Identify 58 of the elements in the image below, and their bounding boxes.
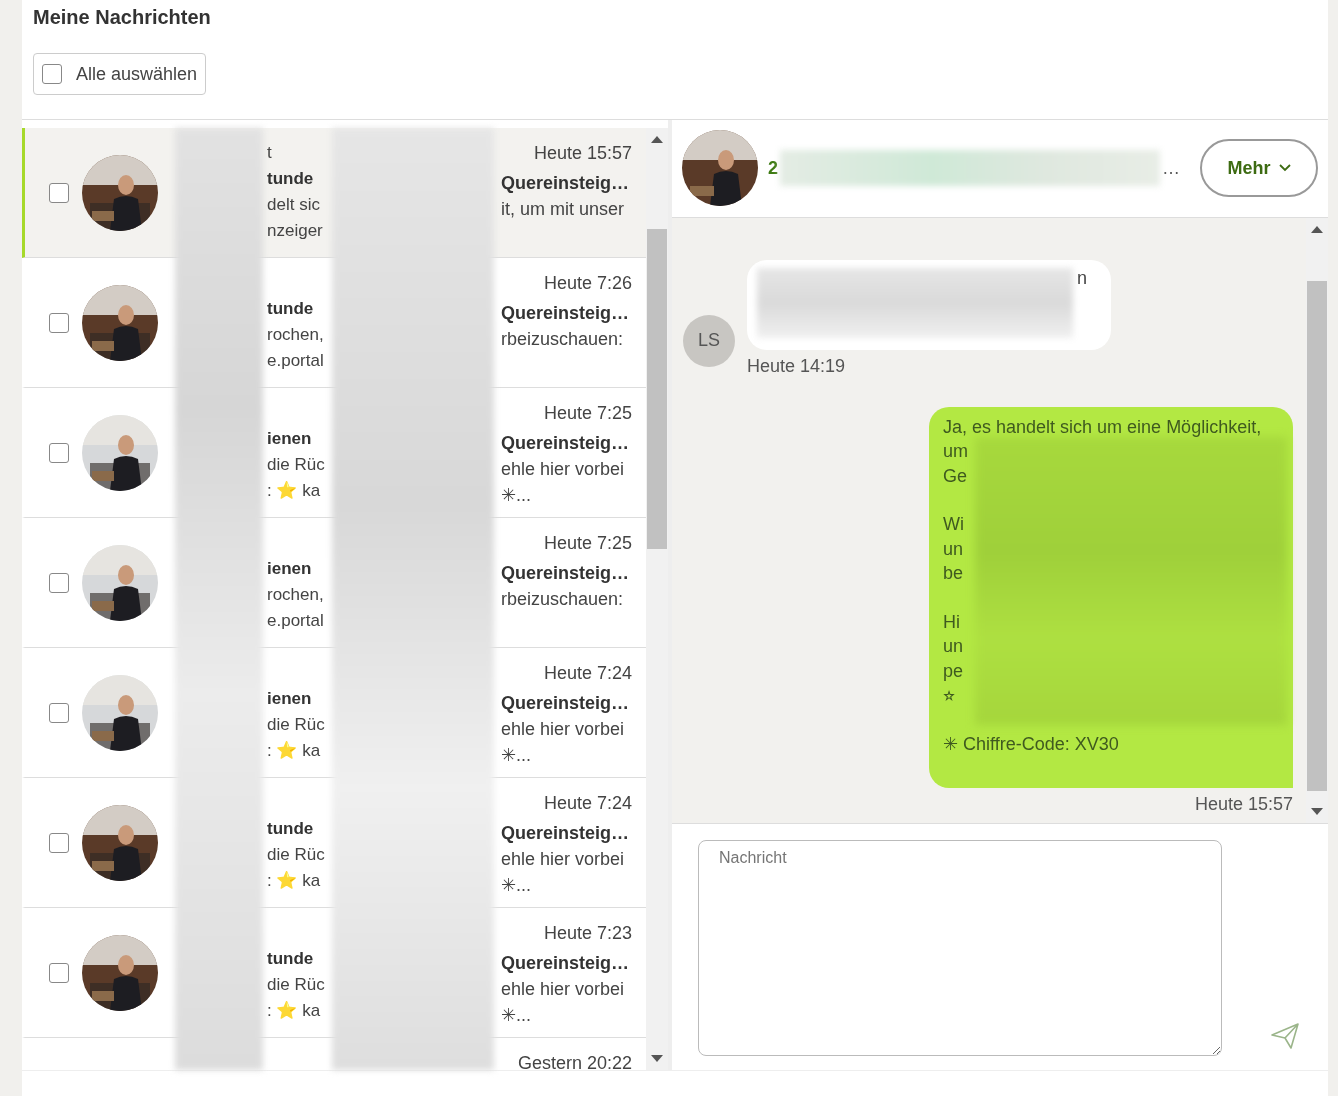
message-preview: ✳... xyxy=(501,874,532,897)
message-time: Heute 14:19 xyxy=(747,355,847,377)
message-text: Ge xyxy=(943,464,968,488)
message-text: ⭐ xyxy=(943,684,956,708)
more-button[interactable]: Mehr xyxy=(1200,139,1318,198)
message-field[interactable]: Nachricht xyxy=(698,840,1222,1056)
message-text: um xyxy=(943,440,969,464)
select-all-button[interactable]: Alle auswählen xyxy=(33,53,207,95)
checkbox[interactable] xyxy=(49,182,69,203)
checkbox[interactable] xyxy=(49,962,69,983)
message-preview: ✳... xyxy=(501,1004,532,1027)
message-text: be xyxy=(943,562,965,586)
message-time: Heute 7:25 xyxy=(542,532,633,555)
message-text: un xyxy=(943,537,965,561)
checkbox[interactable] xyxy=(49,312,69,333)
chat-title: … xyxy=(1162,157,1180,179)
message-text: ✳ Chiffre-Code: XV30 xyxy=(943,732,1120,756)
message-text: Hi xyxy=(943,610,961,634)
conversation-subject: Quereinsteig… xyxy=(501,562,631,585)
message-time: Gestern 20:22 xyxy=(516,1052,633,1070)
chevron-down-icon xyxy=(1278,164,1291,173)
conversation-subject: Quereinsteig… xyxy=(501,432,631,455)
conversation-subject: Quereinsteig… xyxy=(501,302,631,325)
message-time: Heute 7:24 xyxy=(542,662,633,685)
message-preview: ✳... xyxy=(501,484,532,507)
message-preview: rbeizuschauen: xyxy=(501,328,625,351)
message-preview: it, um mit unser xyxy=(501,198,626,221)
message-time: Heute 15:57 xyxy=(532,142,633,165)
message-time: Heute 7:24 xyxy=(542,792,633,815)
message-text: un xyxy=(943,635,965,659)
message-time: Heute 7:26 xyxy=(542,272,633,295)
message-time: Heute 15:57 xyxy=(1194,794,1293,816)
message-time: Heute 7:23 xyxy=(542,922,633,945)
message-preview: ✳... xyxy=(501,744,532,767)
message-preview: ehle hier vorbei xyxy=(501,978,626,1001)
conversation-subject: Quereinsteig… xyxy=(501,692,631,715)
message-time: Heute 7:25 xyxy=(542,402,633,425)
checkbox[interactable] xyxy=(49,702,69,723)
checkbox[interactable] xyxy=(49,832,69,853)
send-icon[interactable] xyxy=(1270,1022,1300,1050)
checkbox[interactable] xyxy=(42,64,62,84)
sender-avatar: LS xyxy=(683,314,735,367)
message-text: Wi xyxy=(943,513,965,537)
message-preview: ehle hier vorbei xyxy=(501,458,626,481)
scrollbar[interactable] xyxy=(646,128,668,1070)
page-title: Meine Nachrichten xyxy=(33,6,212,29)
conversation-subject: Quereinsteig… xyxy=(501,952,631,975)
message-preview: ehle hier vorbei xyxy=(501,718,626,741)
checkbox[interactable] xyxy=(49,572,69,593)
chat-title: 2 xyxy=(768,157,778,179)
message-text: Ja, es handelt sich um eine Möglichkeit, xyxy=(943,415,1263,439)
message-text: pe xyxy=(943,659,965,683)
message-preview: rbeizuschauen: xyxy=(501,588,625,611)
checkbox[interactable] xyxy=(49,442,69,463)
message-text: n xyxy=(1077,267,1087,289)
conversation-subject: Quereinsteig… xyxy=(501,172,631,195)
message-preview: ehle hier vorbei xyxy=(501,848,626,871)
conversation-subject: Quereinsteig… xyxy=(501,822,631,845)
